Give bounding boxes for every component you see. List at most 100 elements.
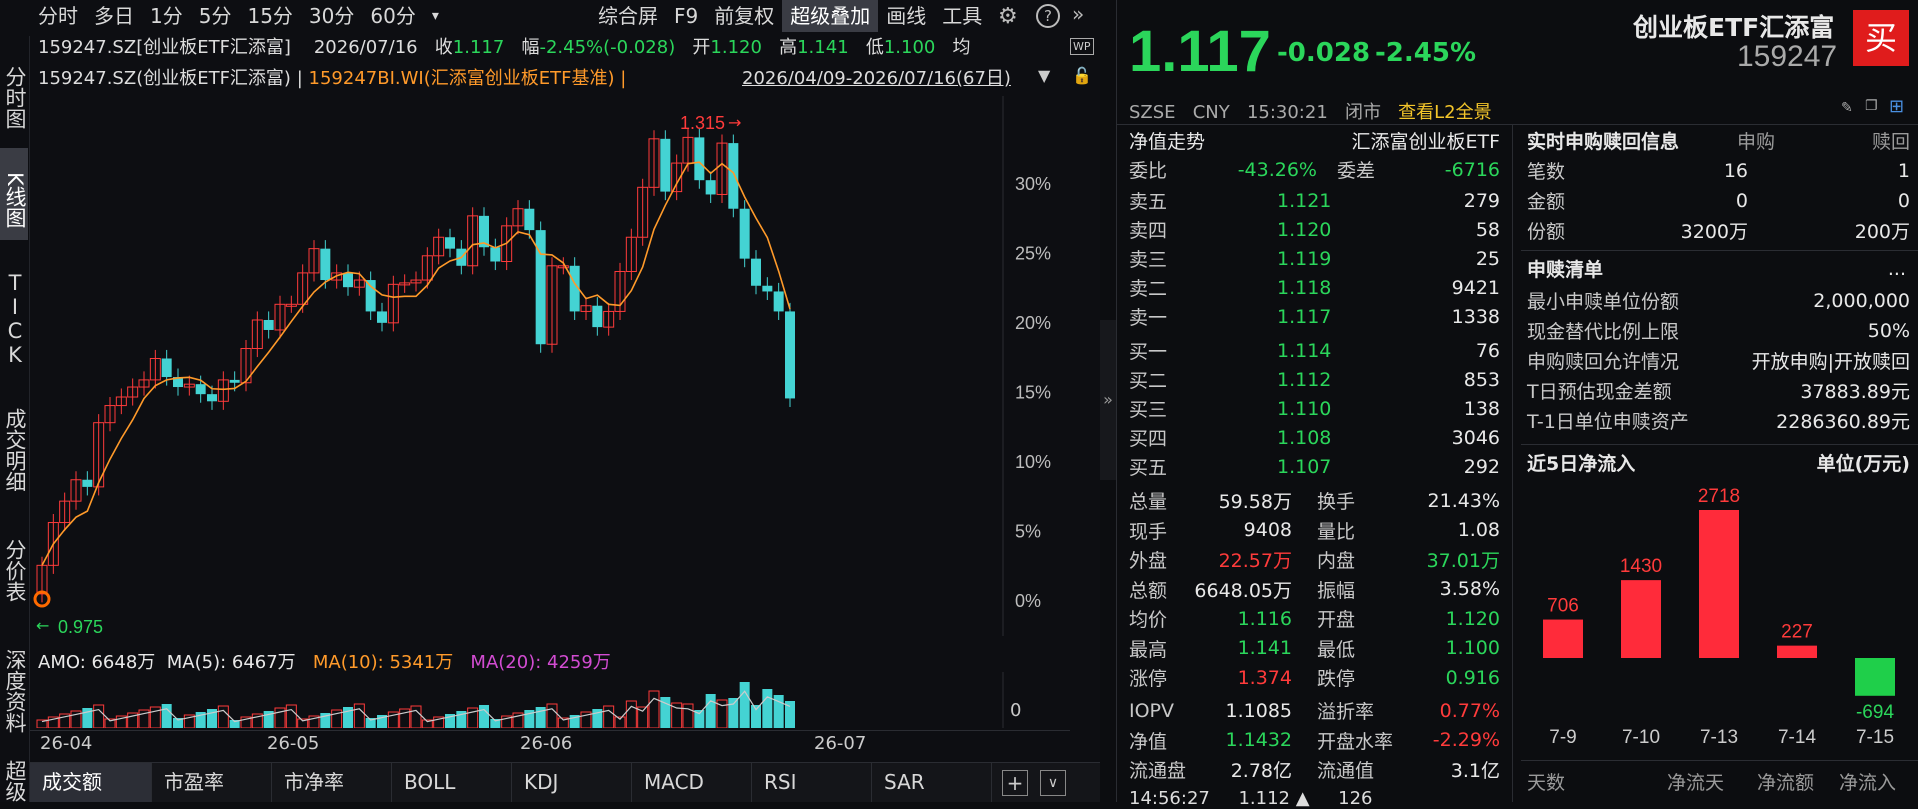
vtab-deep[interactable]: 深度资料 (0, 618, 28, 748)
price-change: -0.028 (1277, 38, 1371, 68)
volume-bar (93, 704, 105, 728)
stat-value: 1.08 (1457, 519, 1500, 541)
list-label: 最小申赎单位份额 (1527, 291, 1680, 313)
tab-boll[interactable]: BOLL (392, 763, 512, 802)
sub-sell: 0 (1897, 189, 1910, 212)
period-tab-multiday[interactable]: 多日 (86, 0, 142, 32)
edit-icon[interactable]: ✎ (1841, 100, 1853, 116)
candle-body (751, 258, 761, 286)
period-tab-5min[interactable]: 5分 (191, 0, 240, 32)
lock-icon[interactable]: 🔓 (1072, 66, 1092, 85)
price-level[interactable]: 卖三 1.119 25 (1117, 244, 1512, 273)
netflow-bar (1699, 510, 1739, 658)
netflow-value: -694 (1856, 702, 1894, 723)
buy-button[interactable]: 买 (1853, 10, 1909, 66)
list-label: T日预估现金差额 (1527, 381, 1672, 403)
level-volume: 9421 (1451, 276, 1500, 299)
period-tab-intraday[interactable]: 分时 (30, 0, 86, 32)
tools-button[interactable]: 工具 (934, 0, 990, 32)
netflow-value: 706 (1547, 596, 1579, 617)
expand-icon[interactable]: » (1072, 2, 1084, 26)
list-label: T-1日单位申赎资产 (1527, 411, 1689, 433)
date-range[interactable]: 2026/04/09-2026/07/16(67日) (742, 64, 1011, 90)
price-level[interactable]: 买四 1.108 3046 (1117, 423, 1512, 452)
stat-value: 1.1085 (1225, 699, 1292, 722)
list-header: 申赎清单 ... (1521, 254, 1918, 283)
l2-link[interactable]: 查看L2全景 (1398, 102, 1491, 123)
flow-header: 近5日净流入 单位(万元) (1521, 448, 1918, 477)
tab-rsi[interactable]: RSI (752, 763, 872, 802)
collapse-icon[interactable]: ∨ (1040, 770, 1066, 796)
level-price: 1.117 (1277, 305, 1332, 328)
stat-value: 3.58% (1439, 578, 1500, 600)
sub-sell: 200万 (1854, 221, 1910, 243)
security-code: 159247 (1737, 40, 1838, 73)
add-icon[interactable]: ⊞ (1889, 96, 1904, 117)
nav-trend-link[interactable]: 净值走势 (1129, 127, 1205, 154)
volume-bar (603, 705, 615, 728)
min-price-label: 0.975 (58, 617, 103, 636)
vtab-kline[interactable]: K线图 (0, 148, 28, 240)
adjust-button[interactable]: 前复权 (706, 0, 782, 32)
f9-button[interactable]: F9 (666, 0, 706, 32)
period-tab-15min[interactable]: 15分 (239, 0, 300, 32)
netflow-day: 7-14 (1778, 727, 1816, 748)
overlay-button[interactable]: 超级叠加 (782, 0, 879, 32)
list-more-icon[interactable]: ... (1888, 258, 1906, 280)
tab-pe[interactable]: 市盈率 (152, 763, 272, 802)
benchmark-label[interactable]: 159247BI.WI(汇添富创业板ETF基准) (309, 68, 615, 89)
draw-button[interactable]: 画线 (878, 0, 934, 32)
netflow-day: 7-10 (1622, 727, 1660, 748)
overview-button[interactable]: 综合屏 (590, 0, 666, 32)
price-level[interactable]: 买二 1.112 853 (1117, 365, 1512, 394)
period-tab-1min[interactable]: 1分 (142, 0, 191, 32)
stat-value: 22.57万 (1218, 550, 1292, 572)
weicha-value: -6716 (1444, 158, 1500, 181)
price-level[interactable]: 卖五 1.121 279 (1117, 186, 1512, 215)
gear-icon[interactable]: ⚙ (998, 4, 1018, 29)
stat-value: 21.43% (1427, 489, 1500, 512)
wp-icon[interactable]: WP (1070, 38, 1094, 55)
level-label: 买三 (1129, 399, 1168, 421)
candle-body (694, 137, 705, 181)
price-level[interactable]: 买三 1.110 138 (1117, 394, 1512, 423)
period-tab-60min[interactable]: 60分 (362, 0, 423, 32)
add-indicator-icon[interactable]: + (1002, 770, 1028, 796)
price-level[interactable]: 买一 1.114 76 (1117, 336, 1512, 365)
vtab-trades[interactable]: 成交明细 (0, 378, 28, 508)
stat-label: 内盘 (1317, 550, 1356, 572)
vtab-price-dist[interactable]: 分价表 (0, 508, 28, 618)
tab-sar[interactable]: SAR (872, 763, 992, 802)
kline-chart[interactable]: 30% 25% 20% 15% 10% 5% 0% 1.315 → ← 0.975 (30, 96, 1070, 636)
window-icon[interactable]: ❐ (1865, 98, 1878, 114)
low-value: 1.100 (883, 37, 936, 58)
candle-body (207, 394, 217, 402)
vtab-super[interactable]: 超级 (0, 748, 28, 808)
tab-macd[interactable]: MACD (632, 763, 752, 802)
tab-kdj[interactable]: KDJ (512, 763, 632, 802)
candle-body (739, 208, 750, 259)
netflow-chart: 706 7-9 1430 7-10 2718 7-13 227 7-14 -694 7-15 (1543, 486, 1895, 748)
min-arrow: ← (36, 616, 49, 635)
range-dropdown-icon[interactable]: ▼ (1038, 66, 1050, 85)
tab-amount[interactable]: 成交额 (30, 763, 152, 802)
help-icon[interactable]: ? (1036, 4, 1060, 28)
price-level[interactable]: 卖四 1.120 58 (1117, 215, 1512, 244)
vtab-tick[interactable]: TICK (0, 240, 28, 378)
panel-collapse-handle[interactable]: » (1100, 320, 1116, 480)
price-level[interactable]: 卖一 1.117 1338 (1117, 302, 1512, 331)
stat-value: 1.374 (1237, 666, 1292, 689)
stats-grid: 总量 59.58万 换手 21.43% 现手 9408 量比 1.08 外盘 22.57万 内盘 37… (1117, 486, 1512, 694)
price-level[interactable]: 卖二 1.118 9421 (1117, 273, 1512, 302)
volume-bar (410, 705, 422, 728)
period-dropdown-icon[interactable]: ▾ (424, 0, 447, 32)
amo-ma10: MA(10): 5341万 (312, 652, 454, 673)
stat-value: 1.120 (1445, 607, 1500, 630)
tab-pb[interactable]: 市净率 (272, 763, 392, 802)
period-tab-30min[interactable]: 30分 (301, 0, 362, 32)
volume-bar (546, 703, 558, 728)
vtab-intraday[interactable]: 分时图 (1, 36, 28, 148)
price-level[interactable]: 买五 1.107 292 (1117, 452, 1512, 481)
stat-label: 最低 (1317, 638, 1356, 661)
volume-bar (739, 682, 750, 728)
